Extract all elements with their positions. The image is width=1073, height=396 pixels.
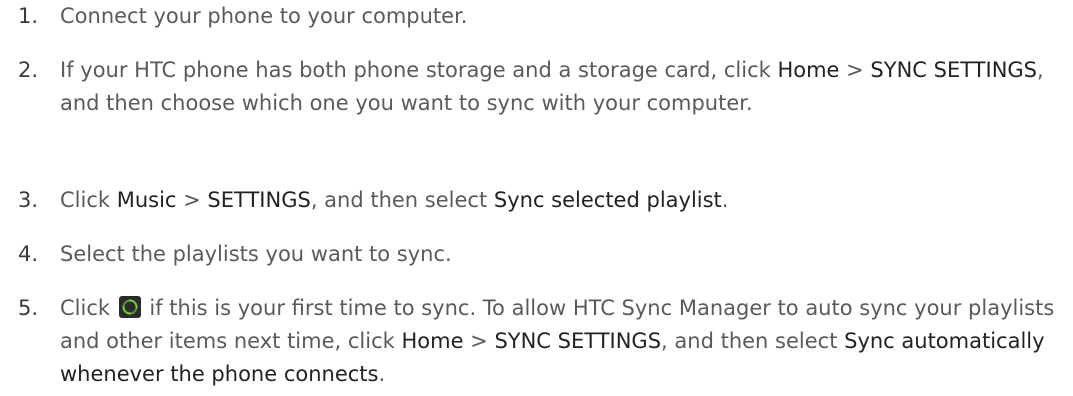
step-text-part: Click bbox=[60, 188, 117, 212]
step-text-part: Connect your phone to your computer. bbox=[60, 4, 468, 28]
ui-term-sync-settings: SYNC SETTINGS bbox=[494, 329, 662, 353]
step-1: 1. Connect your phone to your computer. bbox=[18, 0, 1063, 33]
ui-term-sync-selected-playlist: Sync selected playlist bbox=[493, 188, 722, 212]
step-3: 3. Click Music > SETTINGS, and then sele… bbox=[18, 184, 1063, 217]
sync-icon-glyph bbox=[122, 299, 138, 315]
ui-term-settings: SETTINGS bbox=[207, 188, 311, 212]
step-number: 4. bbox=[18, 242, 39, 266]
step-4: 4. Select the playlists you want to sync… bbox=[18, 238, 1063, 271]
step-text-part: Select the playlists you want to sync. bbox=[60, 242, 452, 266]
step-text: Connect your phone to your computer. bbox=[60, 0, 1063, 33]
step-2: 2. If your HTC phone has both phone stor… bbox=[18, 54, 1063, 120]
ui-term-home: Home bbox=[401, 329, 464, 353]
step-text: Click Music > SETTINGS, and then select … bbox=[60, 184, 1063, 217]
step-text-part: , and then select bbox=[661, 329, 845, 353]
step-number: 3. bbox=[18, 188, 39, 212]
step-5: 5. Click if this is your first time to s… bbox=[18, 292, 1063, 391]
step-number: 1. bbox=[18, 4, 39, 28]
ui-term-music: Music bbox=[116, 188, 177, 212]
ui-term-home: Home bbox=[777, 58, 840, 82]
ui-term-sync-settings: SYNC SETTINGS bbox=[870, 58, 1038, 82]
step-text-part: , and then select bbox=[310, 188, 494, 212]
step-text: If your HTC phone has both phone storage… bbox=[60, 54, 1063, 120]
step-text-part: Click bbox=[60, 296, 117, 320]
step-text-part: . bbox=[721, 188, 729, 212]
step-text-part: . bbox=[378, 362, 386, 386]
step-text-part: If your HTC phone has both phone storage… bbox=[60, 58, 778, 82]
step-number: 5. bbox=[18, 296, 39, 320]
step-text: Select the playlists you want to sync. bbox=[60, 238, 1063, 271]
step-text-part: > bbox=[176, 188, 208, 212]
instruction-steps: 1. Connect your phone to your computer. … bbox=[0, 0, 1073, 396]
sync-icon bbox=[118, 296, 141, 318]
step-number: 2. bbox=[18, 58, 39, 82]
step-text: Click if this is your first time to sync… bbox=[60, 292, 1063, 391]
step-text-part: > bbox=[839, 58, 871, 82]
step-text-part: > bbox=[463, 329, 495, 353]
